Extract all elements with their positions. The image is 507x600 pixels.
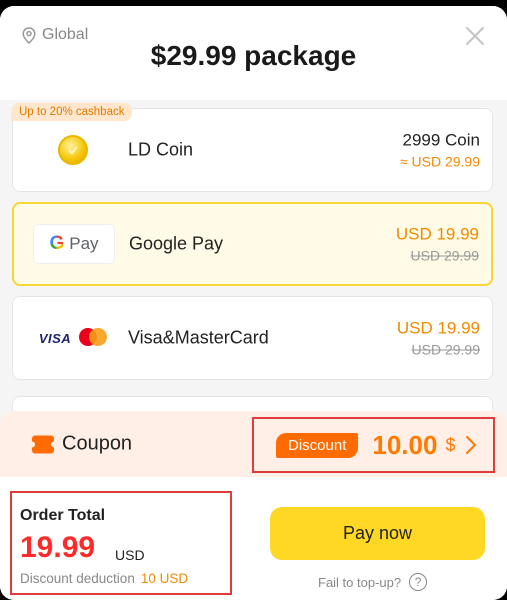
fail-to-top-up-link[interactable]: Fail to top-up? ? [318,573,428,591]
payment-sheet: Global $29.99 package LD Coin 2999 Coin … [0,6,507,600]
pay-now-button[interactable]: Pay now [270,507,485,560]
payment-option-visa-mastercard[interactable]: VISA Visa&MasterCard USD 19.99 USD 29.99 [12,296,493,380]
visa-mastercard-logo: VISA [38,328,108,348]
payment-method-list[interactable]: LD Coin 2999 Coin ≈ USD 29.99 G Pay Googl… [0,100,507,436]
price-main: USD 19.99 [395,224,479,244]
discount-selector[interactable]: Discount 10.00 $ [252,417,495,473]
payment-option-google-pay[interactable]: G Pay Google Pay USD 19.99 USD 29.99 [12,202,493,286]
close-icon[interactable] [463,24,487,48]
card-icon: G Pay [34,225,114,263]
logo-text: Pay [69,234,99,253]
discount-amount: 10.00 [372,429,438,460]
price-main: USD 19.99 [396,318,480,338]
payment-option-name: LD Coin [128,139,194,160]
order-total-amount: 19.99 [20,531,96,564]
mastercard-logo [79,328,108,348]
coupon-label: Coupon [62,432,133,455]
price-block: USD 19.99 USD 29.99 [396,225,479,264]
order-total-label: Order Total [20,507,106,524]
fail-label: Fail to top-up? [318,574,402,590]
coupon-icon [29,435,57,453]
discount-currency: $ [445,434,456,455]
visa-logo: VISA [38,330,72,346]
payment-option-name: Google Pay [129,233,224,254]
footer: Order Total 19.99 USD Discount deduction… [0,477,507,600]
discount-deduction: Discount deduction 10 USD [20,571,188,586]
coupon-button[interactable]: Coupon [29,432,133,456]
help-icon: ? [409,573,428,591]
price-original: USD 29.99 [410,247,479,264]
google-pay-logo: G Pay [34,225,114,263]
price-equivalent: ≈ USD 29.99 [399,153,480,170]
discount-badge: Discount [276,432,359,458]
coin-icon [58,135,88,165]
card-icon: VISA [33,319,113,357]
deduction-value: 10 USD [140,571,189,586]
price-block: 2999 Coin ≈ USD 29.99 [400,131,480,170]
order-total-currency: USD [115,547,145,563]
package-title: $29.99 package [150,40,357,71]
price-main: 2999 Coin [402,130,480,150]
price-original: USD 29.99 [411,341,480,358]
card-icon [33,131,113,169]
coupon-bar: Coupon Discount 10.00 $ [0,411,507,477]
chevron-right-icon [466,436,477,454]
deduction-label: Discount deduction [20,571,135,586]
price-block: USD 19.99 USD 29.99 [397,319,480,358]
order-total-box: Order Total 19.99 USD Discount deduction… [10,491,232,595]
cashback-tag: Up to 20% cashback [11,103,133,121]
header: Global $29.99 package [0,6,507,100]
payment-option-name: Visa&MasterCard [128,327,269,348]
